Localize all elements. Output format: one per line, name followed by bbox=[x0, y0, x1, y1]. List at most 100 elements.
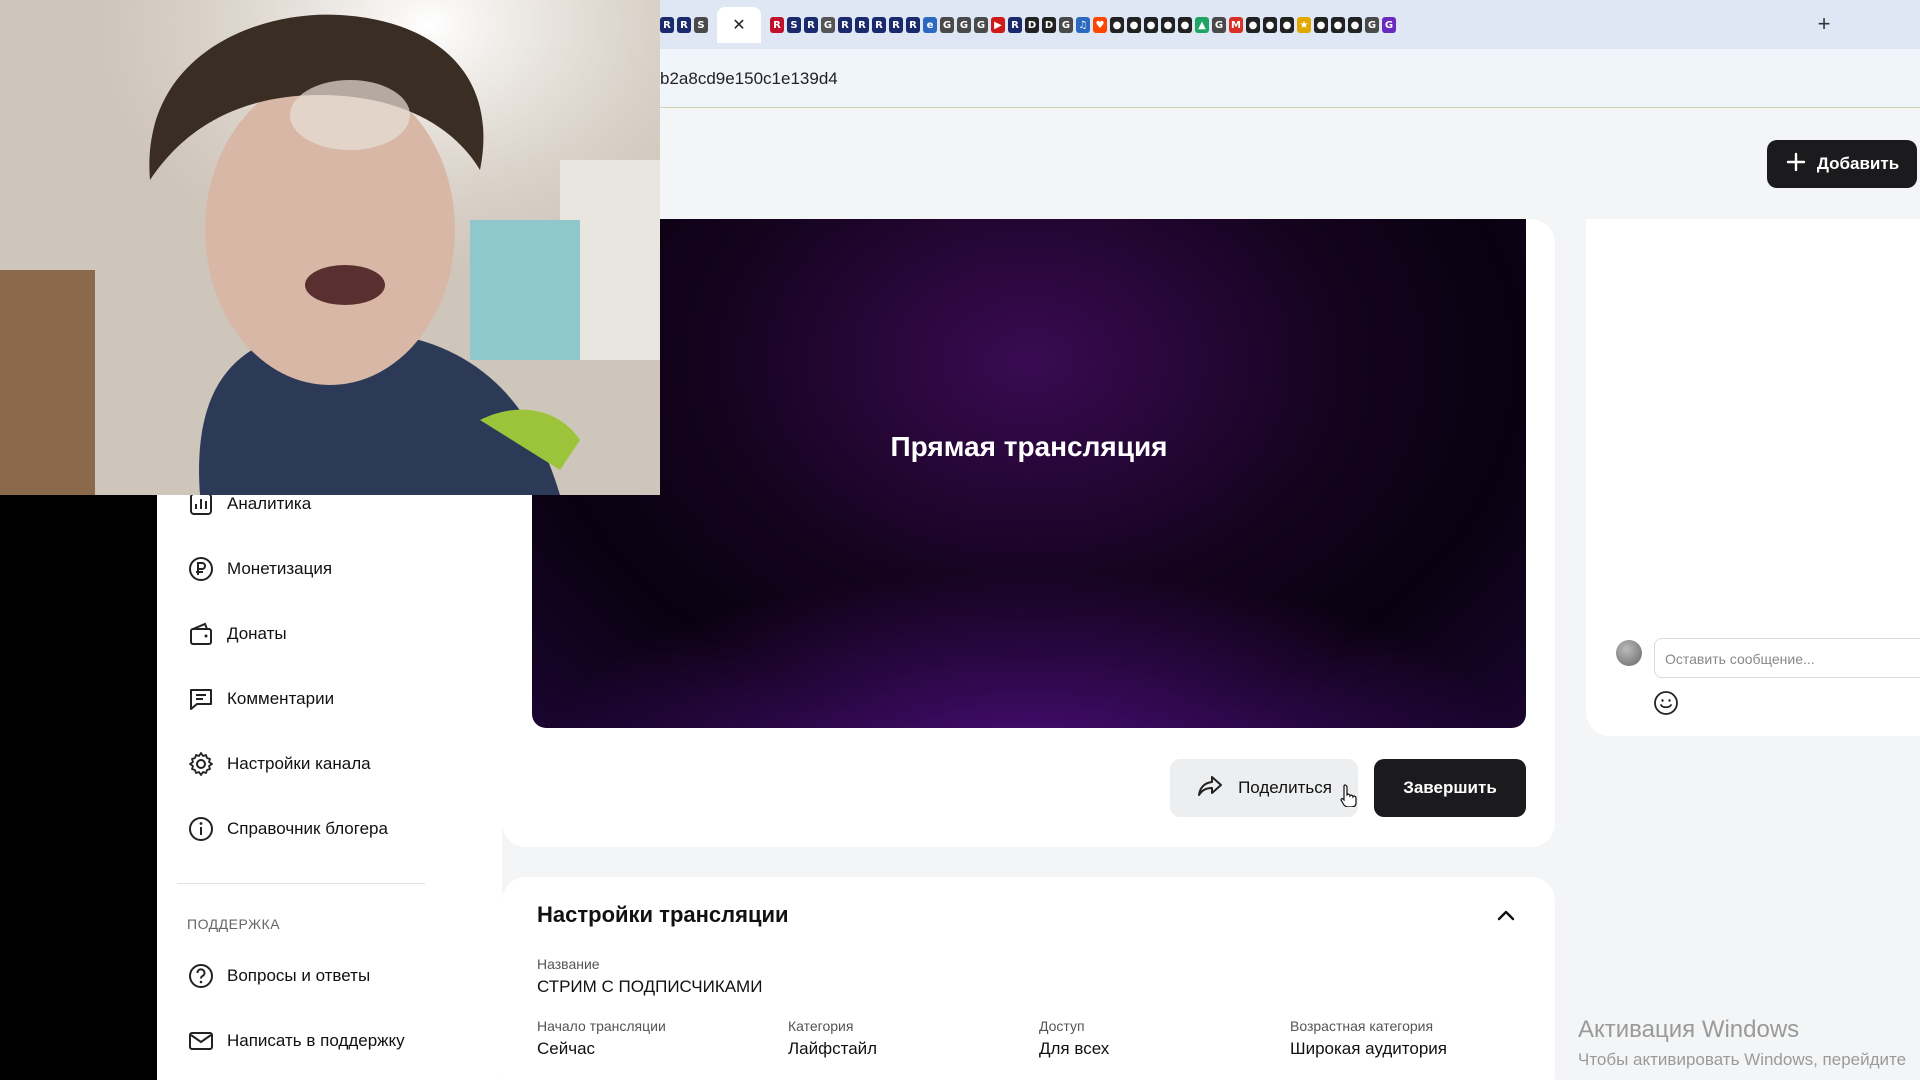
tab-favicons: RRS ✕ R S R G R R R R Re G G G ▶ R D D G ♫ ♥ ● ● ● ● ● ▲ G M ● ● ● ★ ● ●… bbox=[660, 7, 1396, 43]
tab-favicon-icon[interactable]: R bbox=[770, 17, 784, 33]
chevron-up-icon[interactable] bbox=[1494, 904, 1518, 928]
tab-favicon-icon[interactable]: e bbox=[923, 17, 937, 33]
field-value-access: Для всех bbox=[1039, 1039, 1110, 1058]
sidebar-item-label: Комментарии bbox=[227, 689, 335, 708]
webcam-image bbox=[0, 0, 660, 495]
share-icon bbox=[1196, 774, 1224, 803]
tab-favicon-icon[interactable]: ▲ bbox=[1195, 17, 1209, 33]
tab-favicon-icon[interactable]: G bbox=[957, 17, 971, 33]
field-value-age: Широкая аудитория bbox=[1290, 1039, 1448, 1058]
sidebar-item-contact-support[interactable]: Написать в поддержку bbox=[187, 1025, 405, 1057]
field-label-start: Начало трансляции bbox=[537, 1018, 666, 1034]
sidebar-item-label: Монетизация bbox=[227, 559, 333, 578]
tab-favicon-icon[interactable]: S bbox=[694, 17, 708, 33]
tab-favicon-icon[interactable]: G bbox=[974, 17, 988, 33]
new-tab-button[interactable]: + bbox=[1810, 10, 1838, 38]
tab-favicon-icon[interactable]: ♫ bbox=[1076, 17, 1090, 33]
tab-favicon-icon[interactable]: ★ bbox=[1297, 17, 1311, 33]
plus-icon bbox=[1785, 151, 1807, 178]
avatar bbox=[1616, 640, 1642, 666]
info-icon bbox=[187, 815, 215, 843]
tab-favicon-icon[interactable]: R bbox=[855, 17, 869, 33]
sidebar-item-label: Вопросы и ответы bbox=[227, 966, 371, 985]
tab-favicon-icon[interactable]: G bbox=[1059, 17, 1073, 33]
gear-icon bbox=[187, 750, 215, 778]
close-tab-icon[interactable]: ✕ bbox=[732, 15, 745, 35]
tab-favicon-icon[interactable]: ● bbox=[1314, 17, 1328, 33]
chat-input-placeholder: Оставить сообщение... bbox=[1665, 651, 1815, 667]
player-title: Прямая трансляция bbox=[890, 431, 1168, 462]
watermark-title: Активация Windows bbox=[1578, 1016, 1800, 1043]
tab-favicon-icon[interactable]: ● bbox=[1127, 17, 1141, 33]
field-value-name: СТРИМ С ПОДПИСЧИКАМИ bbox=[537, 977, 763, 996]
tab-favicon-icon[interactable]: ▶ bbox=[991, 17, 1005, 33]
field-label-category: Категория bbox=[788, 1018, 854, 1034]
sidebar-item-label: Справочник блогера bbox=[227, 819, 388, 838]
tab-favicon-icon[interactable]: ● bbox=[1280, 17, 1294, 33]
sidebar-item-blogger-guide[interactable]: Справочник блогера bbox=[187, 813, 388, 845]
add-button[interactable]: Добавить bbox=[1767, 140, 1917, 188]
tab-favicon-icon[interactable]: ● bbox=[1263, 17, 1277, 33]
tab-favicon-icon[interactable]: G bbox=[940, 17, 954, 33]
support-section-title: ПОДДЕРЖКА bbox=[187, 916, 281, 932]
tab-favicon-icon[interactable]: ● bbox=[1110, 17, 1124, 33]
field-label-name: Название bbox=[537, 956, 600, 972]
sidebar-item-comments[interactable]: Комментарии bbox=[187, 683, 334, 715]
field-label-age: Возрастная категория bbox=[1290, 1018, 1434, 1034]
tab-favicon-icon[interactable]: R bbox=[660, 17, 674, 33]
stream-player[interactable]: Прямая трансляция bbox=[532, 219, 1526, 728]
finish-stream-button[interactable]: Завершить bbox=[1374, 759, 1526, 817]
tab-favicon-icon[interactable]: ● bbox=[1144, 17, 1158, 33]
sidebar-divider bbox=[177, 883, 425, 884]
add-button-label: Добавить bbox=[1816, 154, 1900, 173]
sidebar-item-faq[interactable]: Вопросы и ответы bbox=[187, 960, 370, 992]
tab-favicon-icon[interactable]: ● bbox=[1246, 17, 1260, 33]
question-icon bbox=[187, 962, 215, 990]
tab-favicon-icon[interactable]: R bbox=[677, 17, 691, 33]
finish-button-label: Завершить bbox=[1403, 778, 1497, 797]
tab-favicon-icon[interactable]: R bbox=[804, 17, 818, 33]
tab-active[interactable]: ✕ bbox=[717, 7, 761, 43]
tab-favicon-icon[interactable]: ● bbox=[1331, 17, 1345, 33]
ruble-icon bbox=[187, 555, 215, 583]
tab-favicon-icon[interactable]: D bbox=[1025, 17, 1039, 33]
tab-favicon-icon[interactable]: R bbox=[906, 17, 920, 33]
windows-activation-watermark: Активация Windows Чтобы активировать Win… bbox=[1578, 1016, 1906, 1070]
sidebar-item-label: Аналитика bbox=[227, 494, 312, 513]
tab-favicon-icon[interactable]: R bbox=[889, 17, 903, 33]
tab-favicon-icon[interactable]: G bbox=[1212, 17, 1226, 33]
field-value-category: Лайфстайл bbox=[788, 1039, 878, 1058]
tab-favicon-icon[interactable]: ● bbox=[1348, 17, 1362, 33]
mail-icon bbox=[187, 1027, 215, 1055]
tab-favicon-icon[interactable]: ● bbox=[1161, 17, 1175, 33]
tab-favicon-icon[interactable]: R bbox=[872, 17, 886, 33]
hand-cursor-icon bbox=[1340, 783, 1358, 812]
sidebar-item-label: Настройки канала bbox=[227, 754, 371, 773]
comment-icon bbox=[187, 685, 215, 713]
share-button[interactable]: Поделиться bbox=[1170, 759, 1358, 817]
url-text[interactable]: b2a8cd9e150c1e139d4 bbox=[660, 69, 838, 89]
sidebar-item-channel-settings[interactable]: Настройки канала bbox=[187, 748, 371, 780]
watermark-subtitle: Чтобы активировать Windows, перейдите bbox=[1578, 1050, 1907, 1069]
tab-favicon-icon[interactable]: R bbox=[838, 17, 852, 33]
sidebar-item-label: Донаты bbox=[227, 624, 287, 643]
tab-favicon-icon[interactable]: G bbox=[1365, 17, 1379, 33]
tab-favicon-icon[interactable]: D bbox=[1042, 17, 1056, 33]
wallet-icon bbox=[187, 620, 215, 648]
tab-favicon-icon[interactable]: G bbox=[821, 17, 835, 33]
tab-favicon-icon[interactable]: G bbox=[1382, 17, 1396, 33]
stream-settings-title: Настройки трансляции bbox=[537, 902, 789, 927]
tab-favicon-icon[interactable]: ♥ bbox=[1093, 17, 1107, 33]
tab-favicon-icon[interactable]: S bbox=[787, 17, 801, 33]
tab-favicon-icon[interactable]: R bbox=[1008, 17, 1022, 33]
field-label-access: Доступ bbox=[1039, 1018, 1085, 1034]
sidebar-item-donations[interactable]: Донаты bbox=[187, 618, 287, 650]
sidebar-item-monetization[interactable]: Монетизация bbox=[187, 553, 332, 585]
share-button-label: Поделиться bbox=[1238, 778, 1332, 797]
tab-favicon-icon[interactable]: ● bbox=[1178, 17, 1192, 33]
emoji-icon[interactable] bbox=[1653, 690, 1679, 716]
sidebar-item-label: Написать в поддержку bbox=[227, 1031, 405, 1050]
tab-favicon-icon[interactable]: M bbox=[1229, 17, 1243, 33]
chat-message-input[interactable]: Оставить сообщение... bbox=[1654, 638, 1920, 678]
field-value-start: Сейчас bbox=[537, 1039, 596, 1058]
